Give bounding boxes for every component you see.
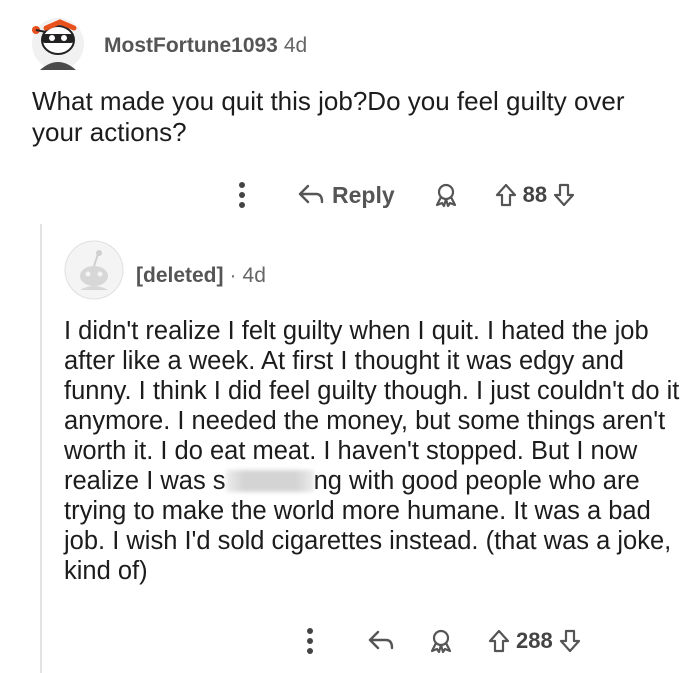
redaction-blur: [225, 470, 314, 492]
reply-actions: 288: [300, 624, 581, 658]
more-vertical-icon[interactable]: [232, 178, 252, 212]
comment-body: I didn't realize I felt guilty when I qu…: [64, 316, 686, 586]
reply-button[interactable]: [368, 630, 394, 652]
reply-comment: [deleted] · 4d I didn't realize I felt gui…: [42, 224, 700, 673]
more-vertical-icon[interactable]: [300, 624, 320, 658]
avatar[interactable]: [26, 10, 90, 74]
vote-score: 288: [516, 628, 553, 653]
comment-age: 4d: [283, 34, 308, 57]
reply-button[interactable]: Reply: [298, 182, 395, 209]
comment-age: 4d: [242, 264, 266, 287]
award-icon[interactable]: [433, 182, 459, 208]
reply-label: Reply: [332, 181, 395, 208]
comment-actions: Reply 88: [232, 178, 575, 212]
award-icon[interactable]: [428, 628, 454, 654]
vote-controls: 288: [488, 628, 581, 654]
top-comment: MostFortune1093 4d What made you quit thi…: [0, 0, 700, 230]
vote-score: 88: [522, 182, 548, 207]
comment-meta: [deleted] · 4d: [136, 264, 266, 288]
meta-separator: ·: [229, 264, 237, 287]
username: [deleted]: [136, 264, 224, 287]
reply-arrow-icon: [298, 184, 324, 206]
vote-controls: 88: [495, 182, 575, 208]
comment-meta: MostFortune1093 4d: [104, 34, 307, 58]
username[interactable]: MostFortune1093: [104, 34, 278, 57]
upvote-arrow-icon[interactable]: [495, 183, 517, 207]
downvote-arrow-icon[interactable]: [553, 183, 575, 207]
upvote-arrow-icon[interactable]: [488, 629, 510, 653]
comment-body: What made you quit this job?Do you feel …: [32, 86, 625, 147]
downvote-arrow-icon[interactable]: [559, 629, 581, 653]
avatar[interactable]: [64, 240, 124, 300]
reply-arrow-icon: [368, 630, 394, 652]
